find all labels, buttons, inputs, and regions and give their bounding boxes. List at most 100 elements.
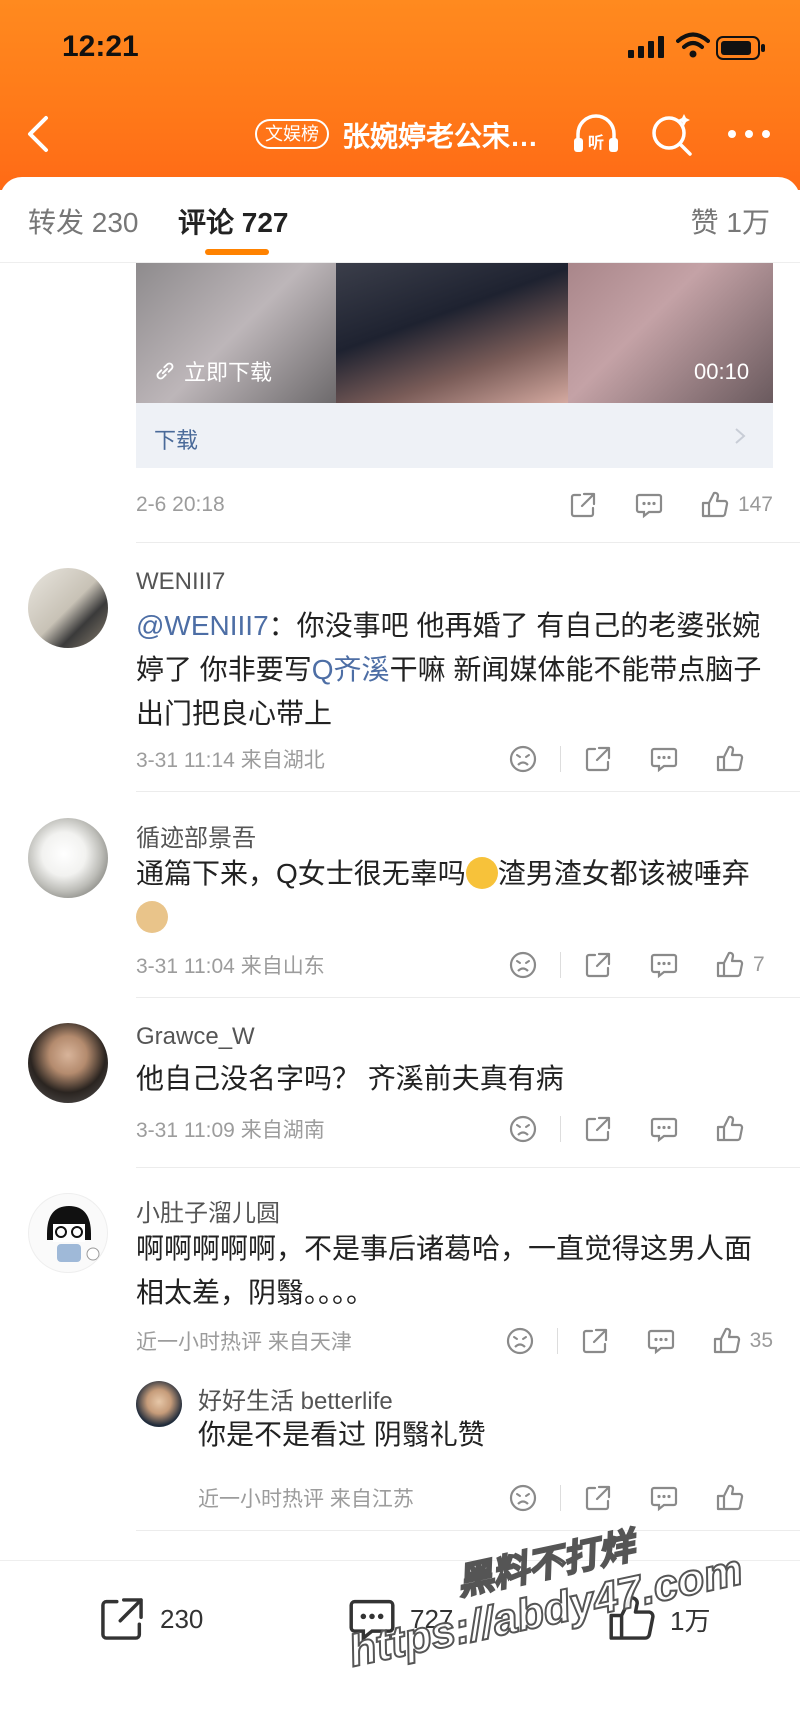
- divider: [136, 542, 800, 543]
- signal-icon: [628, 36, 664, 58]
- divider: [136, 1530, 800, 1531]
- comment-meta: 3-31 11:14 来自湖北: [136, 749, 325, 772]
- comment-like-count: 35: [749, 1329, 773, 1352]
- chevron-right-icon: [735, 428, 746, 444]
- thumbnail-2[interactable]: [336, 263, 568, 403]
- header-bar: 12:21 文娱榜 张婉婷老公宋… 听: [0, 0, 800, 190]
- smirk-emoji-icon: [465, 857, 498, 889]
- status-bar: 12:21: [0, 0, 800, 100]
- dislike-icon[interactable]: [508, 1114, 538, 1144]
- share-icon[interactable]: [583, 950, 613, 980]
- comment-like-count: 7: [753, 953, 765, 976]
- reply-text-part: 你是不是看过 阴翳礼赞: [198, 1419, 486, 1450]
- comment-text-part: 渣男渣女都该被唾弃: [497, 858, 750, 889]
- back-icon[interactable]: [18, 112, 58, 156]
- share-icon[interactable]: [583, 1483, 613, 1513]
- download-bar[interactable]: 下载: [136, 403, 773, 468]
- comment-username[interactable]: 循迹部景吾: [136, 818, 256, 853]
- comment-text: 通篇下来，Q女士很无辜吗 渣男渣女都该被唾弃: [136, 852, 776, 940]
- share-icon[interactable]: [583, 744, 613, 774]
- reply-username[interactable]: 好好生活 betterlife: [198, 1381, 393, 1416]
- like-icon[interactable]: [712, 1326, 742, 1356]
- comment-text: 他自己没名字吗？ 齐溪前夫真有病: [136, 1057, 776, 1101]
- post-meta-row: 2-6 20:18 147: [136, 485, 773, 525]
- comment-meta: 3-31 11:04 来自山东: [136, 955, 325, 978]
- like-icon: [609, 1596, 655, 1640]
- download-label: 下载: [154, 428, 199, 453]
- reply-meta: 近一小时热评 来自江苏: [198, 1488, 414, 1511]
- reply-meta-row: 近一小时热评 来自江苏: [198, 1478, 773, 1518]
- doge-emoji-icon: [136, 901, 168, 933]
- comment-icon: [349, 1599, 395, 1642]
- search-icon[interactable]: [648, 110, 696, 158]
- avatar[interactable]: [28, 1193, 108, 1273]
- comment-username[interactable]: Grawce_W: [136, 1023, 255, 1051]
- more-icon[interactable]: [724, 114, 774, 154]
- like-icon[interactable]: [715, 950, 745, 980]
- repost-button[interactable]: 230: [96, 1593, 203, 1645]
- comment-icon[interactable]: [646, 1326, 676, 1356]
- bottom-action-bar: 230 727 1万: [0, 1560, 800, 1731]
- tab-like[interactable]: 赞 1万: [691, 201, 770, 241]
- comment-meta-row: 3-31 11:04 来自山东 7: [136, 945, 773, 985]
- comment-meta: 3-31 11:09 来自湖南: [136, 1119, 325, 1142]
- battery-icon: [716, 36, 765, 60]
- divider: [136, 997, 800, 998]
- share-icon[interactable]: [583, 1114, 613, 1144]
- avatar[interactable]: [28, 1023, 108, 1103]
- comment-meta-row: 近一小时热评 来自天津 35: [136, 1321, 773, 1361]
- comment-text: 啊啊啊啊啊，不是事后诸葛哈，一直觉得这男人面相太差，阴翳。。。。: [136, 1227, 776, 1315]
- comment-icon[interactable]: [649, 950, 679, 980]
- cartoon-avatar-icon: [47, 1206, 100, 1262]
- reply-text: 你是不是看过 阴翳礼赞: [198, 1413, 778, 1457]
- like-count: 1万: [670, 1605, 711, 1636]
- comment-meta-row: 3-31 11:09 来自湖南: [136, 1109, 773, 1149]
- status-time: 12:21: [62, 30, 139, 63]
- svg-text:听: 听: [588, 133, 604, 152]
- like-icon[interactable]: [700, 490, 730, 520]
- tab-repost[interactable]: 转发 230: [28, 201, 139, 241]
- comment-icon[interactable]: [634, 490, 664, 520]
- link-icon: [156, 362, 174, 380]
- ranking-badge[interactable]: 文娱榜: [255, 119, 329, 149]
- like-icon[interactable]: [715, 1114, 745, 1144]
- avatar[interactable]: [28, 818, 108, 898]
- dislike-icon[interactable]: [505, 1326, 535, 1356]
- topic-link[interactable]: Q齐溪: [312, 654, 390, 685]
- divider: [136, 791, 800, 792]
- download-now-tag[interactable]: 立即下载: [154, 355, 272, 387]
- comment-icon[interactable]: [649, 744, 679, 774]
- nav-bar: 文娱榜 张婉婷老公宋… 听: [0, 100, 800, 170]
- share-icon[interactable]: [580, 1326, 610, 1356]
- comment-meta: 近一小时热评 来自天津: [136, 1331, 352, 1354]
- post-like-count: 147: [737, 493, 773, 516]
- dislike-icon[interactable]: [508, 744, 538, 774]
- comment-username[interactable]: WENIII7: [136, 568, 225, 596]
- comment-icon[interactable]: [649, 1483, 679, 1513]
- dislike-icon[interactable]: [508, 1483, 538, 1513]
- active-tab-indicator: [205, 249, 269, 255]
- comment-meta-row: 3-31 11:14 来自湖北: [136, 739, 773, 779]
- download-now-label: 立即下载: [184, 360, 273, 385]
- comment-text-part: 通篇下来，Q女士很无辜吗: [136, 858, 466, 889]
- comment-text-part: 他自己没名字吗？ 齐溪前夫真有病: [136, 1063, 564, 1094]
- comment-icon[interactable]: [649, 1114, 679, 1144]
- video-duration: 00:10: [694, 359, 750, 384]
- avatar[interactable]: [136, 1381, 182, 1427]
- comment-text: @WENIII7：你没事吧 他再婚了 有自己的老婆张婉婷了 你非要写Q齐溪干嘛 …: [136, 604, 776, 736]
- like-icon[interactable]: [715, 1483, 745, 1513]
- dislike-icon[interactable]: [508, 950, 538, 980]
- listen-icon[interactable]: 听: [570, 108, 622, 160]
- share-icon[interactable]: [568, 490, 598, 520]
- mention-link[interactable]: @WENIII7: [136, 610, 269, 641]
- post-date: 2-6 20:18: [136, 493, 225, 516]
- comment-text-part: 啊啊啊啊啊，不是事后诸葛哈，一直觉得这男人面相太差，阴翳。。。。: [136, 1233, 753, 1308]
- comment-button[interactable]: 727: [346, 1593, 453, 1645]
- tab-bar: 转发 230 评论 727 赞 1万: [0, 177, 800, 263]
- comment-username[interactable]: 小肚子溜儿圆: [136, 1193, 280, 1228]
- avatar[interactable]: [28, 568, 108, 648]
- wifi-icon: [676, 32, 710, 58]
- divider: [136, 1167, 800, 1168]
- like-icon[interactable]: [715, 744, 745, 774]
- like-button[interactable]: 1万: [606, 1593, 710, 1645]
